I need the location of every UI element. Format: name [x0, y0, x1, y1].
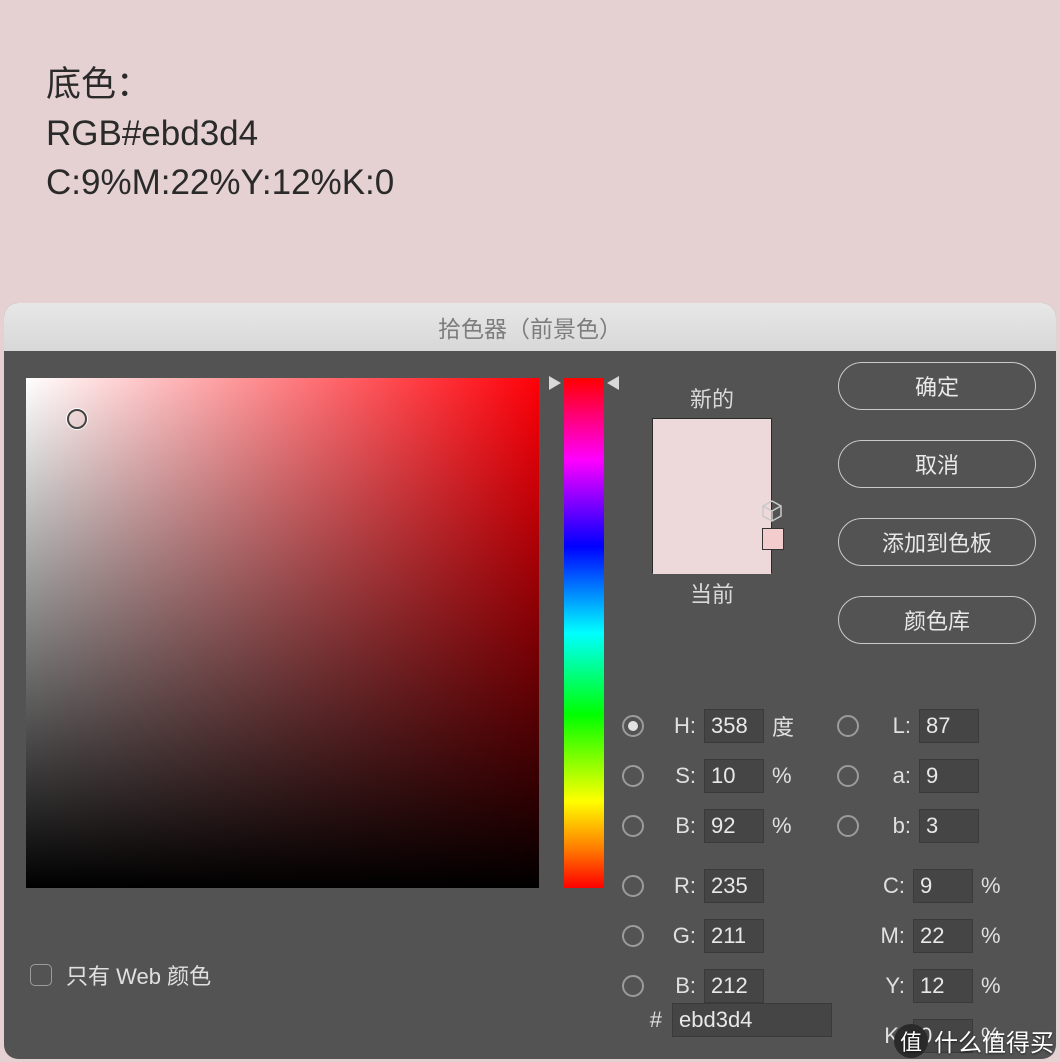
input-m[interactable] — [913, 919, 973, 953]
color-libraries-button[interactable]: 颜色库 — [838, 596, 1036, 644]
cube-icon[interactable] — [760, 499, 784, 523]
label-y: Y: — [873, 973, 905, 999]
unit-s: % — [772, 763, 802, 789]
background-color-info: 底色： RGB#ebd3d4 C:9%M:22%Y:12%K:0 — [46, 60, 394, 207]
web-only-checkbox[interactable] — [30, 964, 52, 986]
web-only-label: 只有 Web 颜色 — [66, 959, 211, 991]
input-y[interactable] — [913, 969, 973, 1003]
hue-arrow-right — [607, 376, 619, 390]
label-r: R: — [658, 873, 696, 899]
unit-c: % — [981, 873, 1011, 899]
swatch-preview: 新的 当前 — [622, 378, 802, 609]
cancel-button[interactable]: 取消 — [838, 440, 1036, 488]
hex-label: # — [622, 1007, 662, 1033]
ok-button[interactable]: 确定 — [838, 362, 1036, 410]
color-swatch-box — [652, 418, 772, 573]
input-b-lab[interactable] — [919, 809, 979, 843]
radio-b-rgb[interactable] — [622, 975, 644, 997]
label-l: L: — [873, 713, 911, 739]
label-s: S: — [658, 763, 696, 789]
bg-line2: RGB#ebd3d4 — [46, 109, 394, 158]
hue-arrow-left — [549, 376, 561, 390]
bg-line3: C:9%M:22%Y:12%K:0 — [46, 158, 394, 207]
radio-b-hsb[interactable] — [622, 815, 644, 837]
radio-h[interactable] — [622, 715, 644, 737]
mini-swatch[interactable] — [762, 528, 784, 550]
input-h[interactable] — [704, 709, 764, 743]
label-m: M: — [873, 923, 905, 949]
current-color-swatch[interactable] — [653, 497, 771, 574]
unit-m: % — [981, 923, 1011, 949]
add-to-swatches-button[interactable]: 添加到色板 — [838, 518, 1036, 566]
label-a: a: — [873, 763, 911, 789]
web-only-checkbox-row[interactable]: 只有 Web 颜色 — [30, 959, 211, 991]
input-b-hsb[interactable] — [704, 809, 764, 843]
input-c[interactable] — [913, 869, 973, 903]
radio-g[interactable] — [622, 925, 644, 947]
label-b-rgb: B: — [658, 973, 696, 999]
radio-r[interactable] — [622, 875, 644, 897]
watermark-badge: 值 — [894, 1024, 928, 1058]
radio-l[interactable] — [837, 715, 859, 737]
hue-slider[interactable] — [564, 378, 604, 888]
label-g: G: — [658, 923, 696, 949]
label-b-hsb: B: — [658, 813, 696, 839]
input-b-rgb[interactable] — [704, 969, 764, 1003]
bg-line1: 底色： — [46, 60, 394, 109]
new-color-label: 新的 — [622, 382, 802, 414]
watermark-text: 什么值得买 — [934, 1023, 1054, 1058]
label-c: C: — [873, 873, 905, 899]
unit-b-hsb: % — [772, 813, 802, 839]
radio-a[interactable] — [837, 765, 859, 787]
unit-h: 度 — [772, 710, 802, 742]
saturation-brightness-field[interactable] — [26, 378, 539, 888]
label-b-lab: b: — [873, 813, 911, 839]
input-r[interactable] — [704, 869, 764, 903]
input-g[interactable] — [704, 919, 764, 953]
new-color-swatch[interactable] — [653, 419, 771, 497]
current-color-label: 当前 — [622, 577, 802, 609]
dialog-buttons: 确定 取消 添加到色板 颜色库 — [838, 362, 1036, 644]
input-hex[interactable] — [672, 1003, 832, 1037]
radio-s[interactable] — [622, 765, 644, 787]
sat-cursor[interactable] — [67, 409, 87, 429]
label-h: H: — [658, 713, 696, 739]
input-l[interactable] — [919, 709, 979, 743]
dialog-title: 拾色器（前景色） — [4, 303, 1056, 351]
input-a[interactable] — [919, 759, 979, 793]
watermark: 值 什么值得买 — [894, 1023, 1054, 1058]
color-picker-dialog: 拾色器（前景色） 新的 当前 确定 取消 添加到色板 颜色 — [4, 303, 1056, 1059]
input-s[interactable] — [704, 759, 764, 793]
radio-b-lab[interactable] — [837, 815, 859, 837]
unit-y: % — [981, 973, 1011, 999]
